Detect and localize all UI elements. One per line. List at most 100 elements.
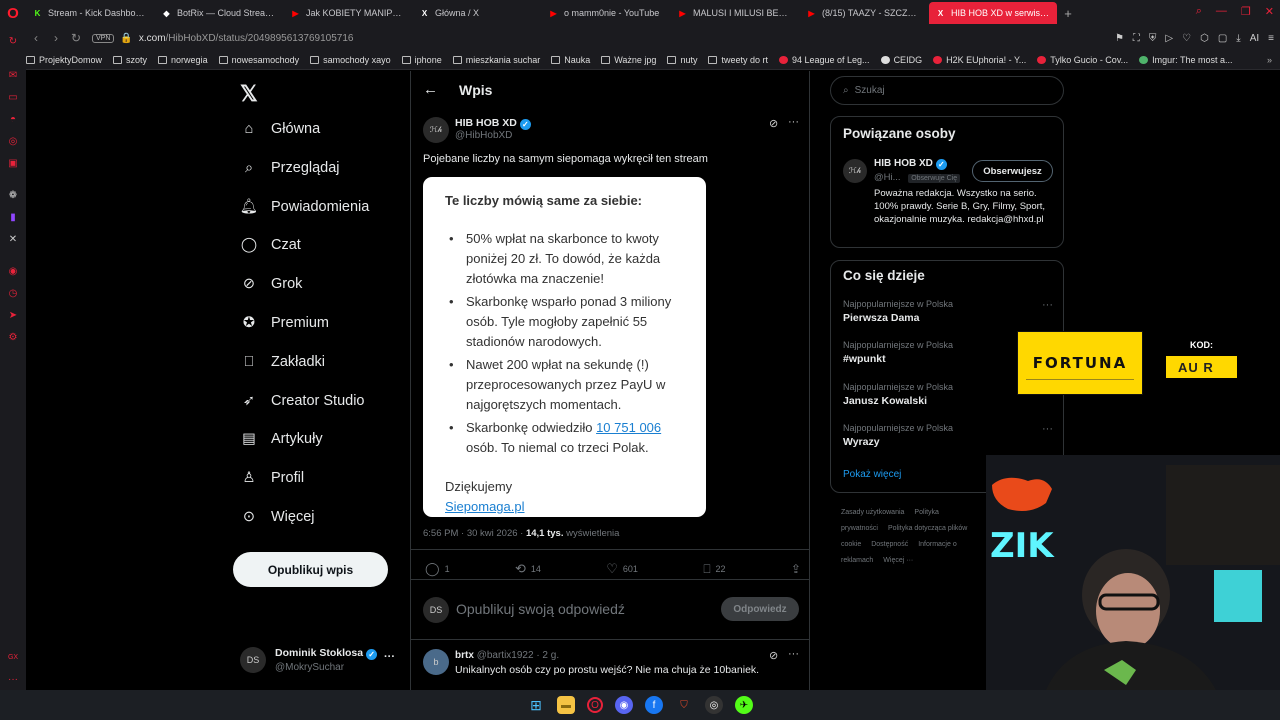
bookmark-item[interactable]: szoty	[113, 55, 147, 65]
opera-logo-icon[interactable]: O	[0, 0, 26, 26]
reload-sidebar-icon[interactable]: ↻	[6, 34, 20, 48]
bookmark-item[interactable]: tweety do rt	[708, 55, 768, 65]
browser-tab[interactable]: ▶ Jak KOBIETY MANIPULU...	[284, 2, 412, 24]
lock-icon[interactable]: 🔒	[120, 33, 132, 44]
bookmark-page-icon[interactable]: ⚑	[1115, 33, 1124, 44]
discord-icon[interactable]: ◉	[615, 696, 633, 714]
browser-tab[interactable]: ▶ (8/15) TAAZY - SZCZECIN...	[800, 2, 928, 24]
nav-item-przeglądaj[interactable]: ⌕ Przeglądaj	[240, 159, 340, 177]
browser-tab[interactable]: ▶ o mamm0nie - YouTube	[542, 2, 670, 24]
repost-action[interactable]: ⟲ 14	[515, 561, 541, 577]
nav-item-profil[interactable]: ♙ Profil	[240, 469, 305, 487]
nav-item-czat[interactable]: ◯ Czat	[240, 236, 301, 254]
bookmark-item[interactable]: iphone	[401, 55, 442, 65]
reload-button[interactable]: ↻	[66, 31, 86, 45]
post-timestamp[interactable]: 6:56 PM · 30 kwi 2026 ·	[423, 528, 526, 539]
trend-more-icon[interactable]: ···	[1042, 299, 1053, 311]
aria-ai-button[interactable]: AI	[1250, 33, 1259, 44]
browser-tab[interactable]: K Stream - Kick Dashboard	[26, 2, 154, 24]
trend-item[interactable]: Najpopularniejsze w Polska Wyrazy	[843, 423, 953, 448]
snapshot-icon[interactable]: ⛶	[1133, 33, 1140, 44]
play-icon[interactable]: ▷	[1165, 33, 1173, 44]
x-logo-icon[interactable]: 𝕏	[240, 81, 258, 107]
nav-item-główna[interactable]: ⌂ Główna	[240, 120, 321, 138]
post-image[interactable]: Te liczby mówią same za siebie: 50% wpła…	[423, 177, 706, 517]
browser-tab[interactable]: X HIB HOB XD w serwisie X:...	[929, 2, 1057, 24]
settings-icon[interactable]: ⚙	[6, 330, 20, 344]
search-tabs-icon[interactable]: ⌕	[1196, 5, 1202, 18]
brave-icon[interactable]: ⛉	[675, 696, 693, 714]
trend-more-icon[interactable]: ···	[1042, 423, 1053, 435]
bookmarks-overflow-icon[interactable]: »	[1267, 55, 1272, 65]
x-sidebar-icon[interactable]: ✕	[6, 232, 20, 246]
shield-icon[interactable]: ⛨	[1149, 33, 1157, 44]
reply-more-icon[interactable]: ···	[788, 648, 799, 660]
scheduler-icon[interactable]: ▭	[6, 90, 20, 104]
bookmark-item[interactable]: mieszkania suchar	[452, 55, 540, 65]
opera-gx-icon[interactable]: O	[587, 697, 603, 713]
bookmark-item[interactable]: norwegia	[158, 55, 208, 65]
reply-action[interactable]: ◯ 1	[425, 561, 450, 577]
author-handle[interactable]: @HibHobXD	[455, 130, 512, 141]
player-icon[interactable]: ◉	[6, 264, 20, 278]
trend-item[interactable]: Najpopularniejsze w Polska Janusz Kowalsk…	[843, 382, 953, 407]
following-button[interactable]: Obserwujesz	[972, 160, 1053, 182]
bookmark-item[interactable]: samochody xayo	[310, 55, 391, 65]
menu-icon[interactable]: ≡	[1268, 33, 1274, 44]
maximize-button[interactable]: ❐	[1241, 5, 1251, 18]
facebook-icon[interactable]: f	[645, 696, 663, 714]
bookmark-item[interactable]: Nauka	[551, 55, 590, 65]
author-name[interactable]: HIB HOB XD	[455, 117, 517, 129]
send-icon[interactable]: ➤	[6, 308, 20, 322]
messenger-icon[interactable]: ◎	[6, 134, 20, 148]
nav-item-premium[interactable]: ✪ Premium	[240, 314, 329, 332]
nav-item-creator-studio[interactable]: ➶ Creator Studio	[240, 392, 365, 410]
bookmark-action[interactable]: ⎕ 22	[703, 561, 725, 577]
obs-icon[interactable]: ◎	[705, 696, 723, 714]
nav-item-zakładki[interactable]: ⎕ Zakładki	[240, 353, 325, 371]
footer-link[interactable]: Więcej ···	[883, 557, 913, 564]
reply-author-avatar[interactable]: b	[423, 649, 449, 675]
bookmark-item[interactable]: H2K EUphoria! - Y...	[933, 55, 1026, 65]
close-window-button[interactable]: ✕	[1265, 5, 1274, 18]
footer-link[interactable]: Zasady użytkowania	[841, 509, 904, 516]
reply-input[interactable]: Opublikuj swoją odpowiedź	[456, 601, 625, 617]
new-tab-button[interactable]: +	[1058, 6, 1078, 21]
sidebar-more-icon[interactable]: ···	[6, 672, 20, 686]
bookmark-item[interactable]: 94 League of Leg...	[778, 55, 870, 65]
vpn-badge[interactable]: VPN	[92, 33, 115, 43]
heart-icon[interactable]: ♡	[1182, 33, 1191, 44]
windows-start-icon[interactable]: ⊞	[527, 696, 545, 714]
share-action[interactable]: ⇪	[791, 561, 801, 577]
chatgpt-icon[interactable]: ❁	[6, 188, 20, 202]
file-explorer-icon[interactable]: ▬	[557, 696, 575, 714]
reply-author-name[interactable]: brtx	[455, 650, 474, 661]
related-name[interactable]: HIB HOB XD	[874, 158, 933, 169]
author-avatar[interactable]: ℋ𝒽	[423, 117, 449, 143]
search-input[interactable]: Szukaj	[855, 85, 885, 96]
extensions-icon[interactable]: ⬡	[1200, 33, 1209, 44]
bookmark-item[interactable]: nowesamochody	[218, 55, 299, 65]
video-icon[interactable]: ▣	[6, 156, 20, 170]
bookmark-item[interactable]: nuty	[667, 55, 697, 65]
twitch-icon[interactable]: ▮	[6, 210, 20, 224]
bookmark-item[interactable]: ProjektyDomow	[26, 55, 102, 65]
bookmark-item[interactable]: CEIDG	[880, 55, 922, 65]
back-button[interactable]: ‹	[26, 31, 46, 45]
history-icon[interactable]: ◷	[6, 286, 20, 300]
browser-tab[interactable]: ▶ MALUSI I MILUSI BEZNOG...	[671, 2, 799, 24]
account-more-icon[interactable]: ···	[384, 651, 395, 663]
browser-tab[interactable]: ◆ BotRix — Cloud Streaming	[155, 2, 283, 24]
grok-reply-icon[interactable]: ⊘	[769, 649, 778, 662]
bookmark-item[interactable]: Imgur: The most a...	[1139, 55, 1233, 65]
search-box[interactable]: ⌕ Szukaj	[830, 76, 1064, 105]
account-switcher[interactable]: DS Dominik Stoklosa ✓ @MokrySuchar ···	[240, 645, 400, 679]
like-action[interactable]: ♡ 601	[606, 561, 638, 577]
post-more-icon[interactable]: ···	[788, 116, 799, 128]
bookmark-item[interactable]: Tylko Gucio - Cov...	[1037, 55, 1128, 65]
kick-icon[interactable]: ✈	[735, 696, 753, 714]
nav-item-artykuły[interactable]: ▤ Artykuły	[240, 430, 322, 448]
gx-icon[interactable]: GX	[6, 650, 20, 664]
back-arrow-icon[interactable]: ←	[423, 81, 438, 98]
nav-item-powiadomienia[interactable]: 🔔︎ Powiadomienia	[240, 198, 370, 216]
